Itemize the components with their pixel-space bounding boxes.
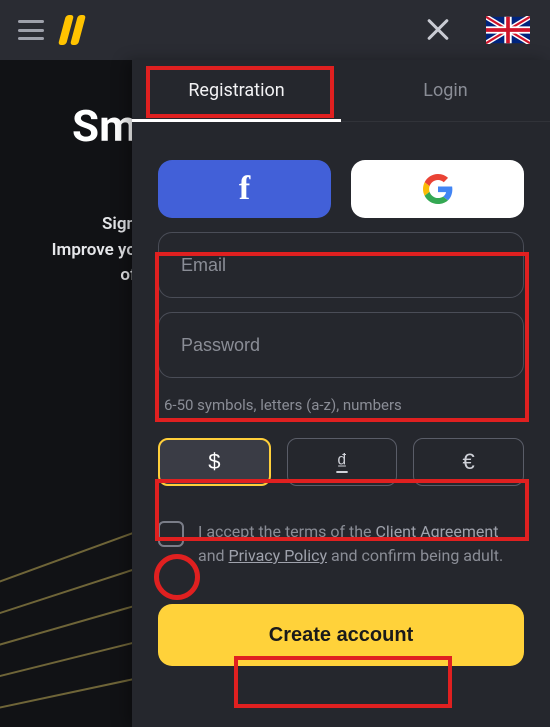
password-hint: 6-50 symbols, letters (a-z), numbers bbox=[164, 396, 524, 414]
create-account-button[interactable]: Create account bbox=[158, 604, 524, 666]
tab-registration[interactable]: Registration bbox=[132, 60, 341, 121]
facebook-icon: f bbox=[239, 170, 250, 208]
logo-icon bbox=[58, 15, 90, 45]
google-login-button[interactable] bbox=[351, 160, 524, 218]
password-field[interactable] bbox=[158, 312, 524, 378]
client-agreement-link[interactable]: Client Agreement bbox=[376, 522, 499, 541]
privacy-policy-link[interactable]: Privacy Policy bbox=[229, 546, 328, 565]
tab-login[interactable]: Login bbox=[341, 60, 550, 121]
close-icon[interactable] bbox=[426, 18, 450, 42]
panel-body: f 6-50 symbols, letters (a-z), numbers $… bbox=[132, 122, 550, 666]
terms-checkbox[interactable] bbox=[158, 521, 184, 547]
top-bar bbox=[0, 0, 550, 60]
auth-panel: Registration Login f 6-50 symbols, lette… bbox=[132, 60, 550, 727]
email-field[interactable] bbox=[158, 232, 524, 298]
background-title: Sm bbox=[72, 100, 140, 152]
currency-vnd[interactable]: ₫ bbox=[287, 438, 398, 486]
hamburger-icon[interactable] bbox=[18, 20, 44, 40]
language-flag-uk[interactable] bbox=[486, 16, 530, 44]
auth-tabs: Registration Login bbox=[132, 60, 550, 122]
background-page: Sm Sign Improve yo of bbox=[0, 60, 140, 727]
facebook-login-button[interactable]: f bbox=[158, 160, 331, 218]
terms-text: I accept the terms of the Client Agreeme… bbox=[198, 520, 524, 568]
background-subtitle: Sign Improve yo of bbox=[0, 212, 140, 289]
currency-eur[interactable]: € bbox=[413, 438, 524, 486]
google-icon bbox=[423, 174, 453, 204]
currency-row: $ ₫ € bbox=[158, 438, 524, 486]
social-login-row: f bbox=[158, 160, 524, 218]
terms-row: I accept the terms of the Client Agreeme… bbox=[158, 520, 524, 568]
background-decorative-lines bbox=[0, 487, 140, 727]
currency-usd[interactable]: $ bbox=[158, 438, 271, 486]
